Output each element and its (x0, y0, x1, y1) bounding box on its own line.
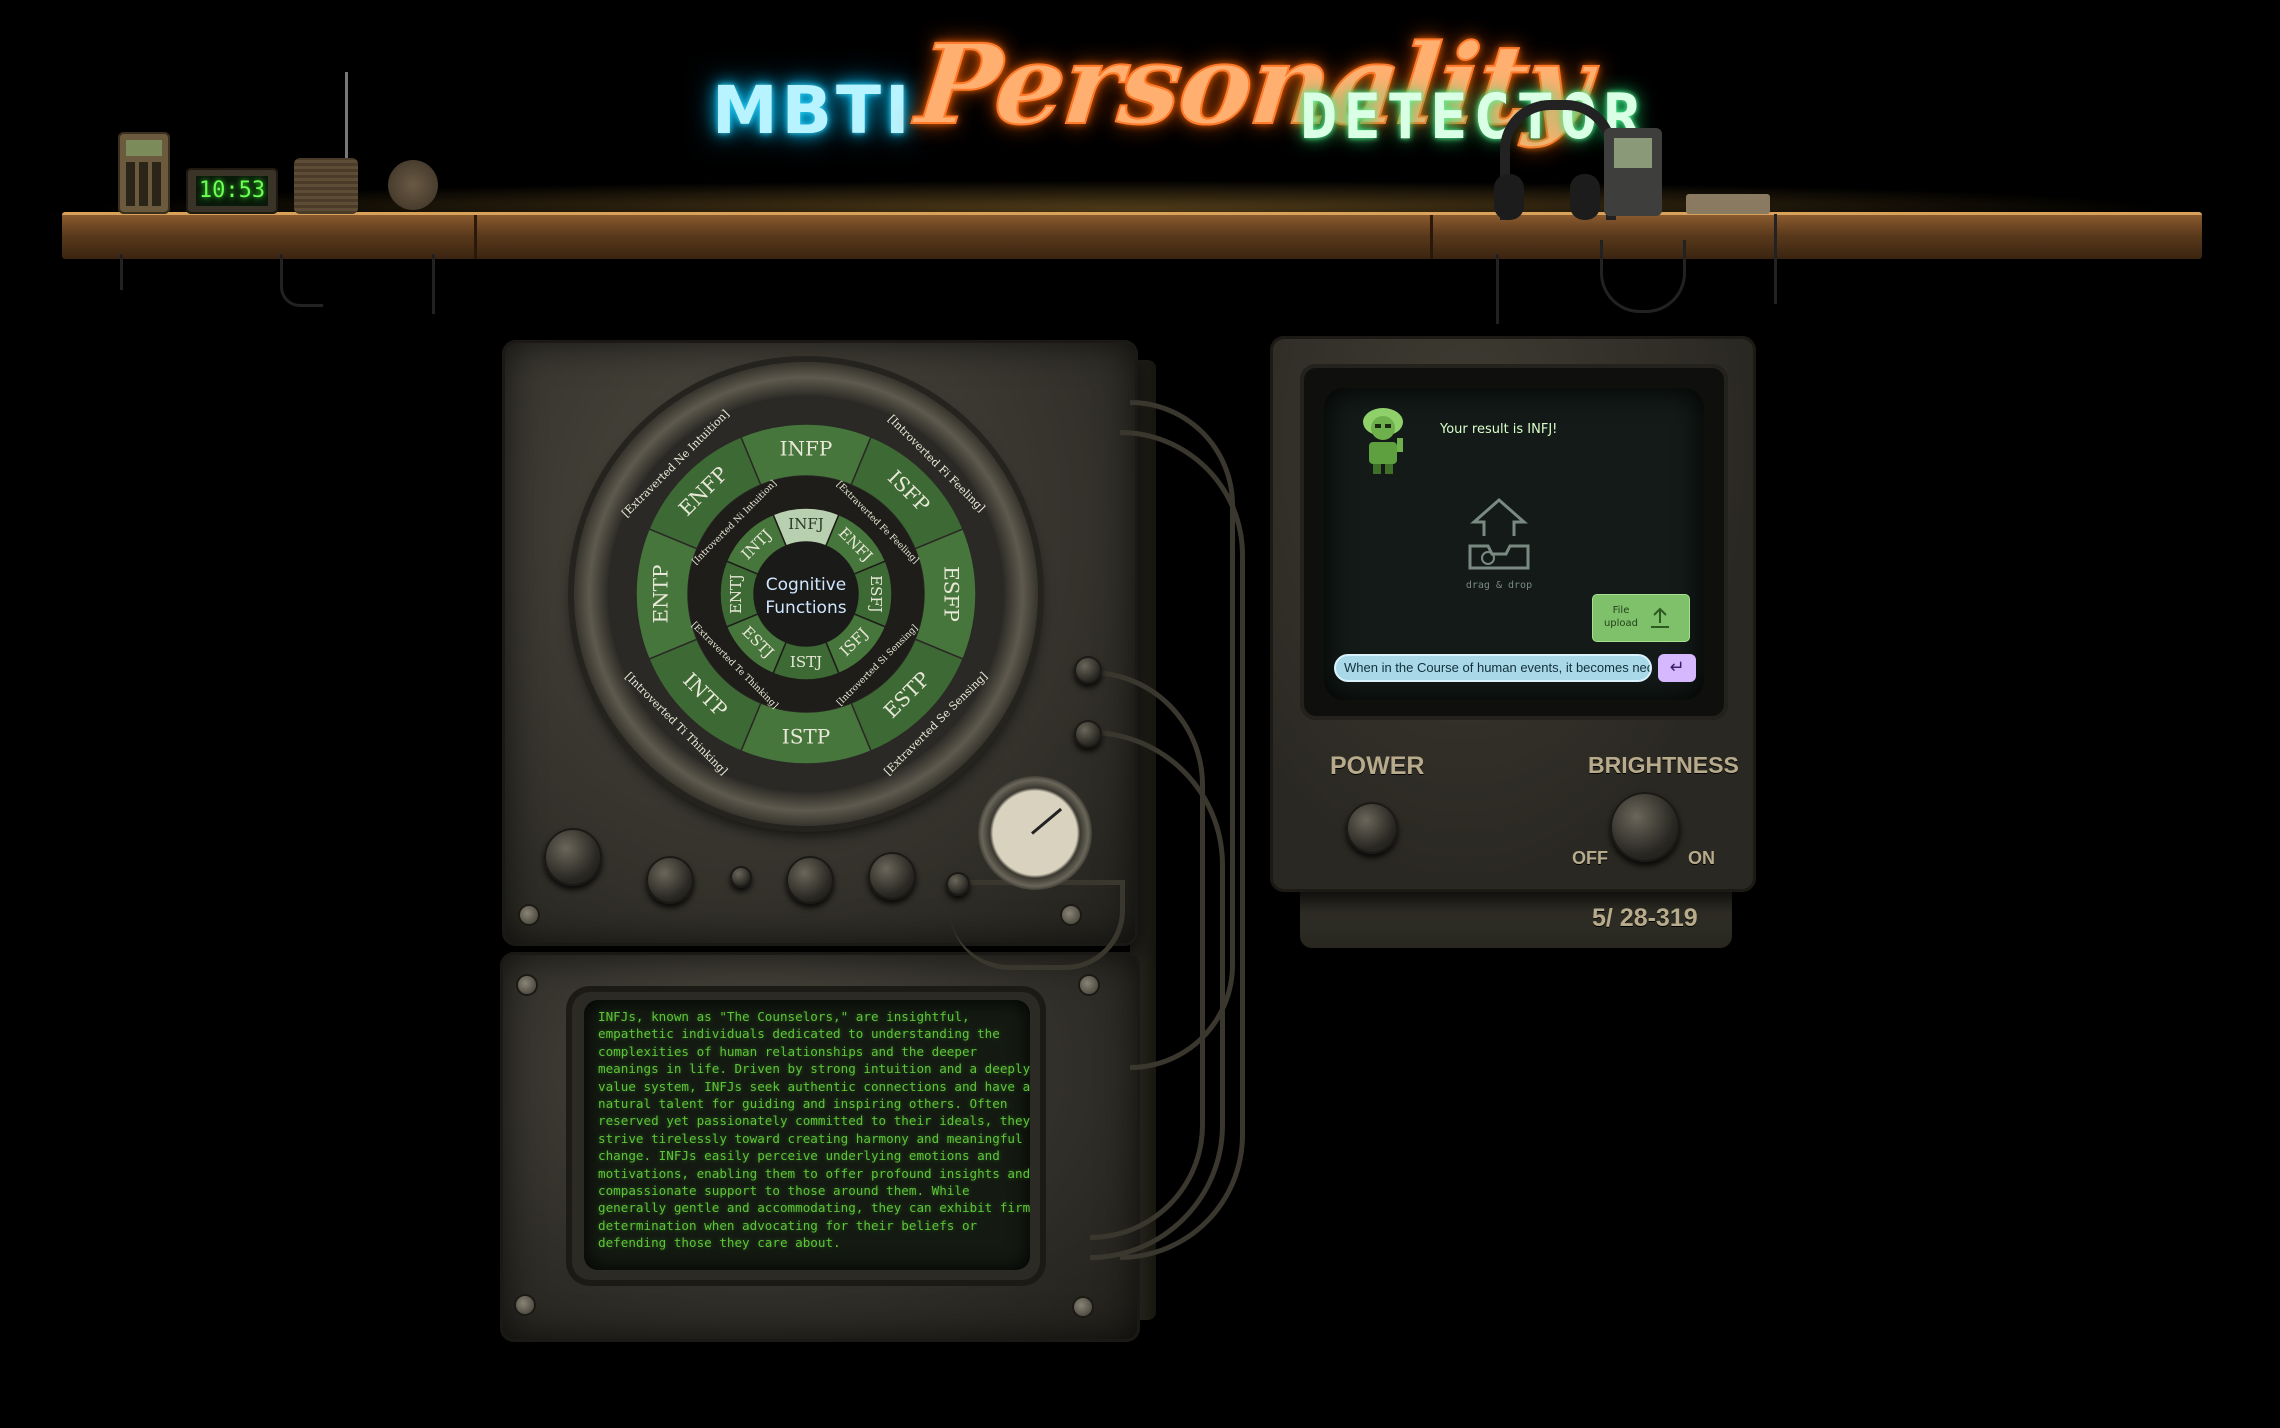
knob-2[interactable] (646, 856, 694, 904)
cable (432, 254, 435, 314)
usb-drive-icon (1686, 194, 1770, 214)
screw (1062, 906, 1080, 924)
jack-3 (946, 872, 970, 896)
power-knob[interactable] (1346, 802, 1398, 854)
gauge-meter (978, 776, 1092, 890)
file-upload-button[interactable]: File upload (1592, 594, 1690, 642)
inner-type-label: ENTJ (727, 574, 745, 614)
off-label: OFF (1572, 848, 1608, 868)
screw (518, 976, 536, 994)
cable (1496, 254, 1499, 324)
speaker-icon (388, 160, 438, 210)
upload-icon[interactable] (1464, 496, 1534, 572)
gauge-needle (1031, 807, 1063, 835)
return-arrow-icon: ↵ (1669, 657, 1685, 678)
radio-icon (294, 158, 358, 214)
wire (1090, 730, 1225, 1260)
inner-type-label: ESFJ (867, 575, 885, 613)
knob-5[interactable] (868, 852, 916, 900)
cognitive-functions-wheel: ENFPINFPISFPESFPESTPISTPINTPENTPINFJ ENFJ… (608, 396, 1004, 792)
handheld-console-icon (1604, 128, 1662, 216)
file-upload-label: File upload (1603, 605, 1639, 629)
serial-label: 5/ 28-319 (1592, 904, 1698, 932)
title-mbti: MBTI (712, 72, 914, 149)
screw (1080, 976, 1098, 994)
send-button[interactable]: ↵ (1658, 654, 1696, 682)
cable (1774, 214, 1777, 304)
outer-type-label: ESFP (940, 566, 964, 622)
chat-input[interactable]: When in the Course of human events, it b… (1334, 654, 1652, 682)
outer-type-label: ISTP (782, 725, 830, 749)
cable (120, 254, 123, 290)
knob-1[interactable] (544, 828, 602, 886)
drag-drop-label: drag & drop (1465, 580, 1533, 591)
center-label: Cognitive (766, 575, 846, 595)
screw (1074, 1298, 1092, 1316)
jack-1 (1074, 656, 1102, 684)
cable (280, 254, 323, 307)
brightness-knob[interactable] (1610, 792, 1680, 862)
screw (520, 906, 538, 924)
calculator-icon (118, 132, 170, 214)
power-label: POWER (1330, 752, 1425, 780)
shelf (62, 212, 2202, 259)
digital-clock: 10:53 (186, 168, 278, 214)
knob-3[interactable] (730, 866, 752, 888)
wire (950, 880, 1125, 970)
outer-type-label: INFP (780, 437, 833, 461)
antenna-icon (345, 72, 348, 162)
outer-type-label: ENTP (649, 565, 673, 624)
screw (516, 1296, 534, 1314)
clock-display: 10:53 (196, 176, 268, 206)
monitor-screen: Your result is INFJ! drag & drop File up… (1324, 388, 1704, 700)
headphones-icon (1494, 100, 1616, 220)
inner-type-label: INFJ (788, 515, 823, 533)
description-screen: INFJs, known as "The Counselors," are in… (584, 1000, 1030, 1270)
jack-2 (1074, 720, 1102, 748)
result-text: Your result is INFJ! (1440, 422, 1558, 437)
brightness-label: BRIGHTNESS (1588, 752, 1739, 778)
cable (1600, 240, 1686, 313)
on-label: ON (1688, 848, 1715, 868)
cloud-upload-icon (1651, 607, 1669, 628)
personality-description: INFJs, known as "The Counselors," are in… (598, 1009, 1030, 1251)
inner-type-label: ISTJ (790, 653, 822, 671)
center-label: Functions (765, 598, 846, 618)
scientist-avatar-icon (1363, 408, 1403, 474)
knob-4[interactable] (786, 856, 834, 904)
